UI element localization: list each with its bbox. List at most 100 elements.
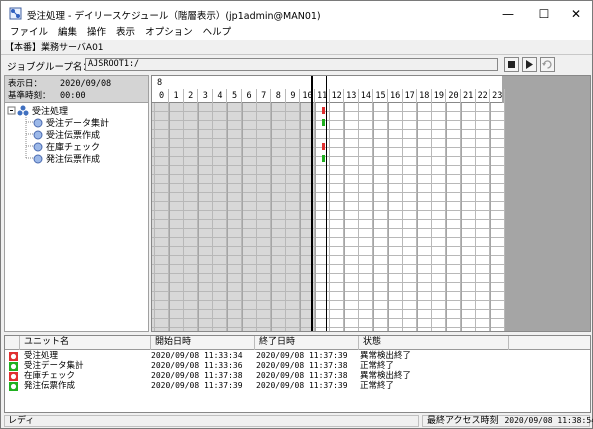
base-time-label: 基準時刻： [8,91,51,101]
menu-file[interactable]: ファイル [5,26,53,40]
unit-name-cell: 受注処理 [24,351,59,361]
table-row[interactable]: 在庫チェック 2020/09/08 11:37:38 2020/09/08 11:3… [5,371,590,381]
hour-label: 0 [155,89,169,103]
end-cell: 2020/09/08 11:37:39 [256,351,348,360]
jobgroup-field[interactable]: AJSROOT1:/ [85,58,498,71]
last-access-time: 2020/09/08 11:38:54 [504,416,593,425]
unit-name-cell: 受注データ集計 [24,361,84,371]
end-cell: 2020/09/08 11:37:38 [256,371,348,380]
maximize-icon[interactable]: ☐ [527,1,561,26]
hour-column[interactable] [403,103,418,331]
hour-label: 21 [462,89,476,103]
hour-column[interactable] [432,103,447,331]
job-icon [33,130,43,139]
current-hour-border [326,76,327,331]
menu-view[interactable]: 表示 [111,26,140,40]
hour-column[interactable] [155,103,169,331]
current-time-line [311,76,313,331]
execution-bar[interactable] [321,155,325,162]
hour-label: 14 [359,89,374,103]
status-cell: 正常終了 [360,381,395,391]
table-row[interactable]: 受注処理 2020/09/08 11:33:34 2020/09/08 11:37:… [5,351,590,361]
unit-name-cell: 発注伝票作成 [24,381,76,391]
hour-column[interactable] [359,103,374,331]
title-bar[interactable]: 受注処理 - デイリースケジュール（階層表示）(jp1admin@MAN01) … [1,1,592,26]
schedule-chart[interactable]: 8 0 1 2 3 4 5 6 7 8 9 10 11 12 13 14 15 16 17 18 19 20 21 22 23 [151,75,591,332]
end-cell: 2020/09/08 11:37:39 [256,381,348,390]
hour-column[interactable] [286,103,301,331]
menu-help[interactable]: ヘルプ [198,26,237,40]
table-row[interactable]: 受注データ集計 2020/09/08 11:33:36 2020/09/08 11:… [5,361,590,371]
tree-node-4[interactable]: 発注伝票作成 [33,153,101,165]
hour-column[interactable] [476,103,491,331]
hour-label: 5 [228,89,242,103]
hour-column[interactable] [417,103,432,331]
status-cell: 異常検出終了 [360,351,412,361]
execution-bar[interactable] [321,143,325,150]
hour-label: 4 [213,89,228,103]
tree-node-2[interactable]: 受注伝票作成 [33,129,100,141]
schedule-grid[interactable] [152,103,505,331]
base-time: 00:00 [60,91,86,101]
table-row[interactable]: 発注伝票作成 2020/09/08 11:37:39 2020/09/08 11:3… [5,381,590,391]
display-date: 2020/09/08 [60,79,112,89]
menu-operation[interactable]: 操作 [82,26,111,40]
minimize-icon[interactable]: — [491,1,525,26]
last-access: 最終アクセス時刻 2020/09/08 11:38:54 [422,415,593,427]
hour-label: 22 [476,89,491,103]
header-start[interactable]: 開始日時 [151,336,255,350]
hour-label: 11 [316,89,330,103]
hour-column[interactable] [271,103,286,331]
refresh-icon [542,60,552,69]
menu-edit[interactable]: 編集 [53,26,82,40]
tree-node-root[interactable]: 受注処理 [17,105,68,117]
stop-button[interactable] [504,57,519,72]
play-button[interactable] [522,57,537,72]
hour-column[interactable] [315,103,330,331]
status-icon [9,382,18,391]
hour-label: 12 [330,89,345,103]
hour-column[interactable] [388,103,403,331]
close-icon[interactable]: ✕ [559,1,593,26]
hour-column[interactable] [228,103,242,331]
jobgroup-label: ジョブグループ名： [7,62,92,73]
hour-column[interactable] [213,103,228,331]
hour-column[interactable] [169,103,184,331]
status-icon [9,362,18,371]
hour-column[interactable] [344,103,359,331]
status-cell: 正常終了 [360,361,395,371]
start-cell: 2020/09/08 11:37:38 [151,371,243,380]
hour-column[interactable] [490,103,505,331]
hour-column[interactable] [374,103,388,331]
hour-label: 1 [170,89,184,103]
hour-column[interactable] [447,103,461,331]
execution-bar[interactable] [321,119,325,126]
hour-label: 18 [418,89,432,103]
hour-column[interactable] [184,103,199,331]
execution-bar[interactable] [321,107,325,114]
tree-node-1[interactable]: 受注データ集計 [33,117,109,129]
status-cell: 異常検出終了 [360,371,412,381]
header-status[interactable]: 状態 [359,336,509,350]
job-icon [33,142,43,151]
refresh-button[interactable] [540,57,555,72]
hour-column[interactable] [257,103,272,331]
hour-column[interactable] [242,103,257,331]
hour-column[interactable] [330,103,345,331]
display-date-label: 表示日： [8,79,43,89]
tree-node-3[interactable]: 在庫チェック [33,141,100,153]
tree-node-label: 発注伝票作成 [46,155,101,165]
hour-label: 8 [272,89,286,103]
header-end[interactable]: 終了日時 [255,336,359,350]
hour-label: 9 [286,89,301,103]
hour-header: 8 0 1 2 3 4 5 6 7 8 9 10 11 12 13 14 15 16 17 18 19 20 21 22 23 [152,76,505,103]
header-unit-name[interactable]: ユニット名 [20,336,151,350]
hour-label: 6 [243,89,257,103]
grid-margin [152,103,155,331]
start-cell: 2020/09/08 11:33:36 [151,361,243,370]
last-access-label: 最終アクセス時刻 [427,416,499,426]
menu-options[interactable]: オプション [140,26,198,40]
hour-column[interactable] [198,103,213,331]
hour-label: 16 [389,89,403,103]
hour-column[interactable] [461,103,476,331]
